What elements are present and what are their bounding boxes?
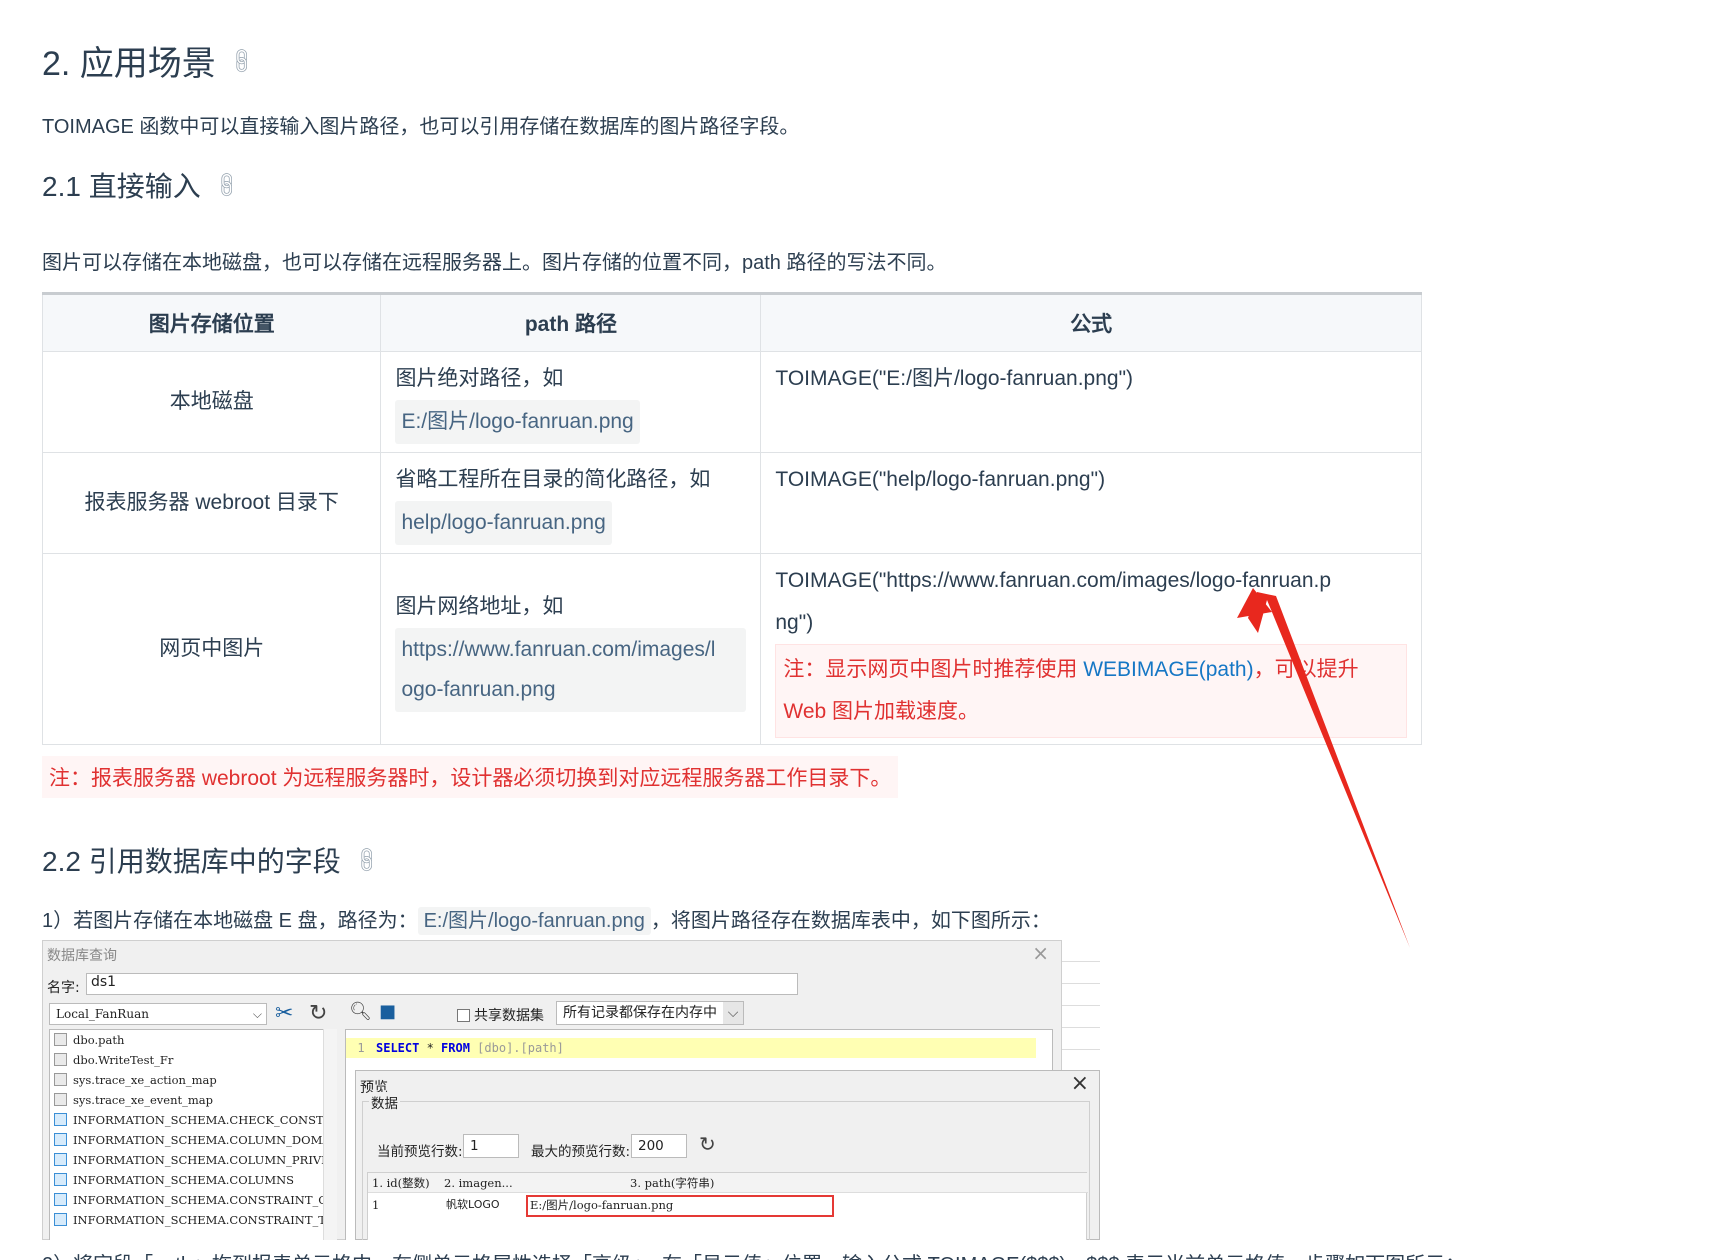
table-row: 网页中图片 图片网络地址，如 https://www.fanruan.com/im… bbox=[41, 553, 1422, 745]
link-icon[interactable]: 🔗︎ bbox=[225, 43, 259, 77]
warning-note: 注：报表服务器 webroot 为远程服务器时，设计器必须切换到对应远程服务器工… bbox=[42, 756, 899, 798]
warning-box: 注：显示网页中图片时推荐使用 WEBIMAGE(path)，可以提升 Web 图片… bbox=[775, 644, 1407, 738]
preview-grid: 1. id(整数) 2. imagen... 3. path(字符串) 1 帆软… bbox=[367, 1172, 1088, 1240]
cell-formula: TOIMAGE("E:/图片/logo-fanruan.png") bbox=[760, 351, 1422, 453]
window-title: 数据库查询 bbox=[47, 948, 117, 964]
cell-formula: TOIMAGE("https://www.fanruan.com/images/… bbox=[760, 553, 1422, 745]
chevron-down-icon: ⌵ bbox=[723, 1002, 743, 1024]
inline-code: https://www.fanruan.com/images/l ogo-fanr… bbox=[395, 628, 747, 712]
list-item[interactable]: dbo.path bbox=[50, 1030, 336, 1050]
paragraph-step-2: 2）将字段「path」拖到报表单元格中，在侧单元格属性选择「高级」，在「显示值」… bbox=[42, 1248, 1465, 1260]
refresh-icon[interactable]: ↻ bbox=[309, 1001, 327, 1026]
close-icon[interactable]: × bbox=[1071, 1071, 1089, 1096]
cell-formula: TOIMAGE("help/logo-fanruan.png") bbox=[760, 452, 1422, 554]
save-icon[interactable]: ■ bbox=[379, 1001, 396, 1022]
data-group: 数据 当前预览行数: 1 最大的预览行数: 200 ↻ 1. id(整数) 2.… bbox=[362, 1092, 1090, 1240]
cell-location: 网页中图片 bbox=[41, 553, 382, 745]
list-item[interactable]: INFORMATION_SCHEMA.COLUMN_DOMAIN_USAGE bbox=[50, 1130, 336, 1150]
subheading-2-1: 2.1 直接输入 🔗︎ bbox=[42, 169, 244, 202]
header-path: path 路径 bbox=[380, 292, 762, 352]
share-dataset-checkbox[interactable]: 共享数据集 bbox=[457, 1005, 544, 1025]
table-row: 报表服务器 webroot 目录下 省略工程所在目录的简化路径，如 help/lo… bbox=[41, 452, 1422, 554]
sql-line: 1 SELECT * FROM [dbo].[path] bbox=[346, 1038, 1036, 1058]
table-row: 本地磁盘 图片绝对路径，如 E:/图片/logo-fanruan.png TOIM… bbox=[41, 351, 1422, 453]
cell-path: 图片绝对路径，如 E:/图片/logo-fanruan.png bbox=[380, 351, 762, 453]
embedded-screenshot: 数据库查询 × 名字: ds1 Local_FanRuan ⌵ ✂ ↻ 🔍︎ ■ … bbox=[42, 940, 1100, 1240]
cell-location: 报表服务器 webroot 目录下 bbox=[41, 452, 382, 554]
memory-select[interactable]: 所有记录都保存在内存中 ⌵ bbox=[556, 1001, 744, 1025]
inline-code: E:/图片/logo-fanruan.png bbox=[417, 907, 651, 935]
inline-code: E:/图片/logo-fanruan.png bbox=[395, 400, 640, 444]
list-item[interactable]: INFORMATION_SCHEMA.COLUMNS bbox=[50, 1170, 336, 1190]
list-item[interactable]: INFORMATION_SCHEMA.COLUMN_PRIVILEGES bbox=[50, 1150, 336, 1170]
name-label: 名字: bbox=[47, 980, 80, 996]
close-icon[interactable]: × bbox=[1032, 941, 1049, 965]
highlight-box bbox=[526, 1195, 834, 1217]
preview-icon[interactable]: 🔍︎ bbox=[349, 1001, 372, 1022]
list-item[interactable]: INFORMATION_SCHEMA.CONSTRAINT_TABLE_USAG… bbox=[50, 1210, 336, 1230]
current-rows-input[interactable]: 1 bbox=[463, 1134, 519, 1158]
link-icon[interactable]: 🔗︎ bbox=[350, 843, 384, 877]
list-item[interactable]: sys.trace_xe_event_map bbox=[50, 1090, 336, 1110]
webimage-link[interactable]: WEBIMAGE(path) bbox=[1083, 658, 1253, 681]
chevron-down-icon: ⌵ bbox=[252, 1007, 262, 1021]
paragraph-2-2: 1）若图片存储在本地磁盘 E 盘，路径为： E:/图片/logo-fanruan.… bbox=[42, 904, 1051, 935]
tools-icon[interactable]: ✂ bbox=[275, 1001, 293, 1026]
table-tree: dbo.path dbo.WriteTest_Fr sys.trace_xe_a… bbox=[49, 1029, 337, 1240]
scrollbar[interactable] bbox=[323, 1029, 337, 1240]
storage-table: 图片存储位置 path 路径 公式 本地磁盘 图片绝对路径，如 E:/图片/log… bbox=[41, 292, 1422, 745]
inline-code: help/logo-fanruan.png bbox=[395, 501, 612, 545]
refresh-icon[interactable]: ↻ bbox=[699, 1132, 716, 1156]
name-input[interactable]: ds1 bbox=[86, 973, 798, 995]
cell-path: 省略工程所在目录的简化路径，如 help/logo-fanruan.png bbox=[380, 452, 762, 554]
cell-location: 本地磁盘 bbox=[41, 351, 382, 453]
section-heading: 2. 应用场景 🔗︎ bbox=[42, 44, 259, 83]
link-icon[interactable]: 🔗︎ bbox=[210, 168, 244, 202]
header-formula: 公式 bbox=[760, 292, 1422, 352]
list-item[interactable]: INFORMATION_SCHEMA.CHECK_CONSTRAINTS bbox=[50, 1110, 336, 1130]
subheading-2-2: 2.2 引用数据库中的字段 🔗︎ bbox=[42, 844, 384, 877]
list-item[interactable]: dbo.WriteTest_Fr bbox=[50, 1050, 336, 1070]
grid-header: 1. id(整数) 2. imagen... 3. path(字符串) bbox=[368, 1173, 1088, 1193]
header-location: 图片存储位置 bbox=[41, 292, 382, 352]
cell-path: 图片网络地址，如 https://www.fanruan.com/images/l… bbox=[380, 553, 762, 745]
max-rows-input[interactable]: 200 bbox=[631, 1134, 687, 1158]
datasource-select[interactable]: Local_FanRuan ⌵ bbox=[49, 1003, 267, 1025]
list-item[interactable]: INFORMATION_SCHEMA.CONSTRAINT_COLUMN_USA… bbox=[50, 1190, 336, 1210]
intro-paragraph: TOIMAGE 函数中可以直接输入图片路径，也可以引用存储在数据库的图片路径字段… bbox=[42, 116, 800, 138]
preview-window: 预览 × 数据 当前预览行数: 1 最大的预览行数: 200 ↻ 1. id(整… bbox=[355, 1070, 1100, 1240]
paragraph-2-1: 图片可以存储在本地磁盘，也可以存储在远程服务器上。图片存储的位置不同，path … bbox=[42, 252, 947, 274]
list-item[interactable]: sys.trace_xe_action_map bbox=[50, 1070, 336, 1090]
